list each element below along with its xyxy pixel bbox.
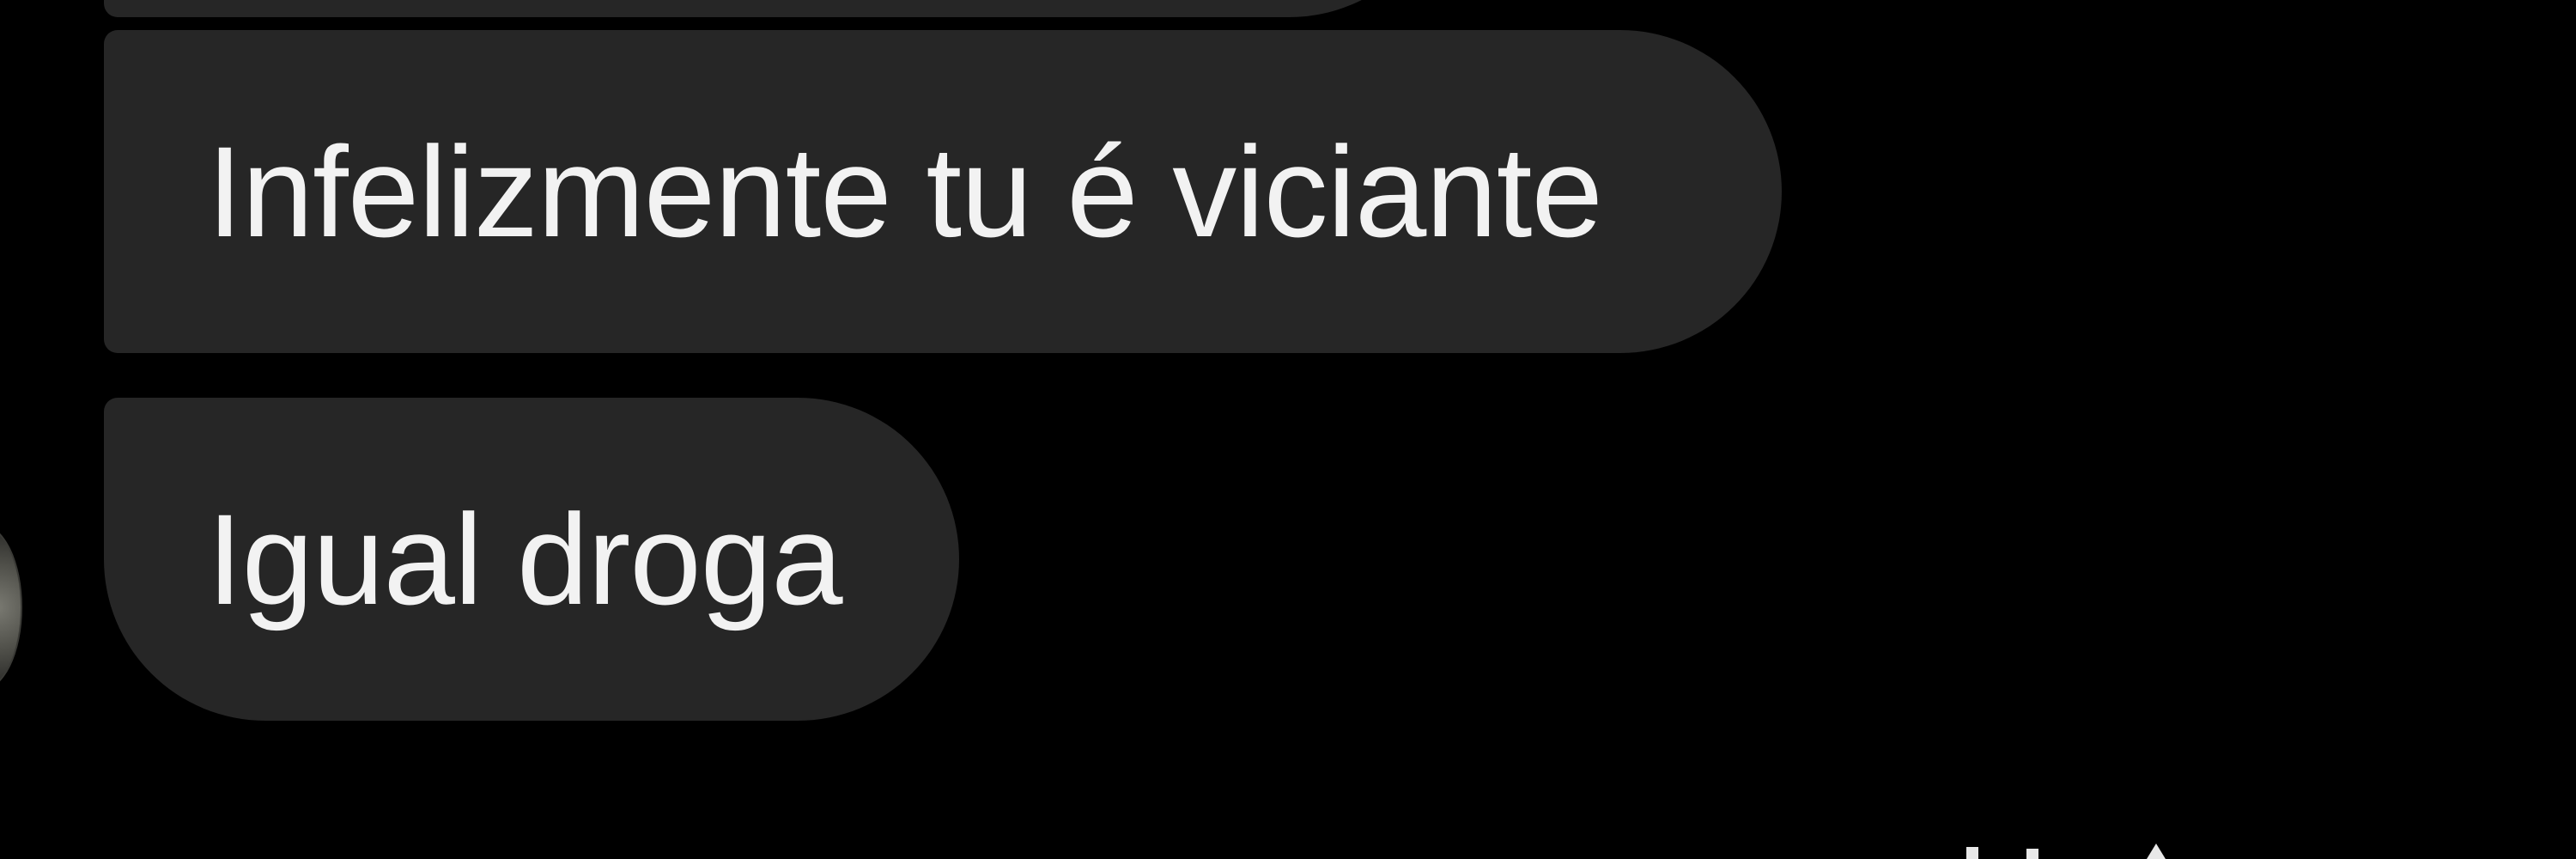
message-text: Infelizmente tu é viciante bbox=[207, 119, 1603, 264]
read-receipt-icon bbox=[1966, 844, 2172, 859]
message-text: Igual droga bbox=[207, 487, 843, 631]
chat-thread: Infelizmente tu é viciante Igual droga bbox=[0, 0, 2576, 859]
message-bubble[interactable]: Igual droga bbox=[104, 398, 959, 721]
avatar[interactable] bbox=[0, 524, 22, 691]
message-bubble[interactable]: Infelizmente tu é viciante bbox=[104, 30, 1782, 353]
message-bubble-previous[interactable] bbox=[104, 0, 1452, 17]
